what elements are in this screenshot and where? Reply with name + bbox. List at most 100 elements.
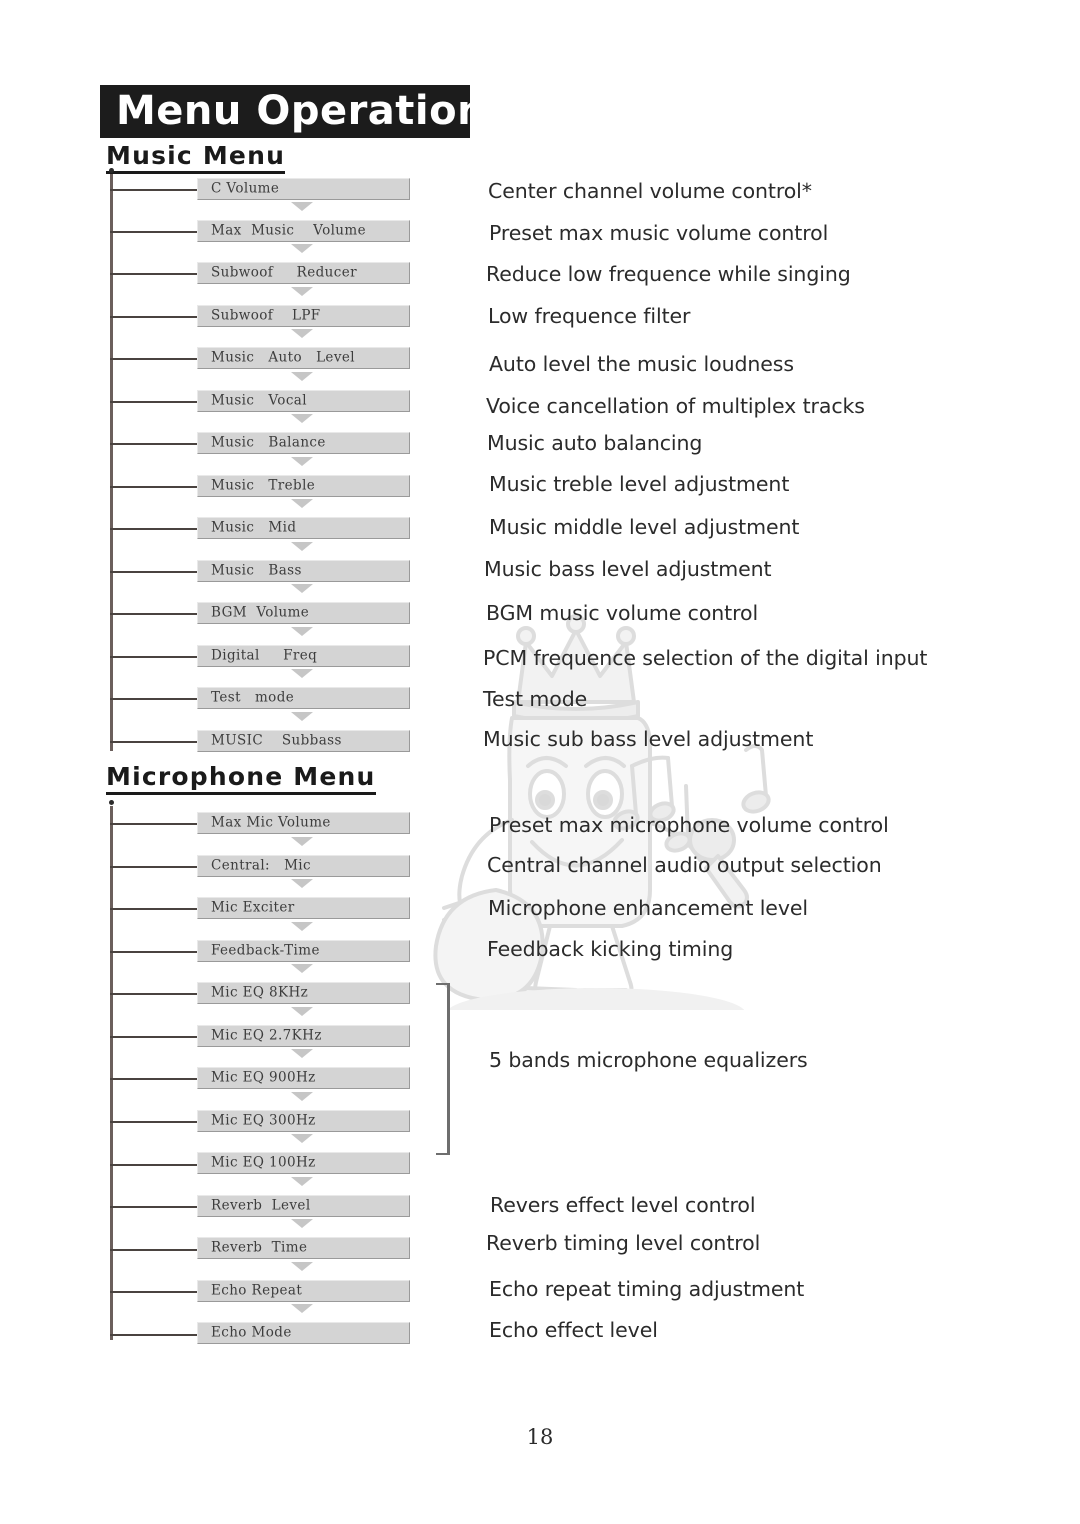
menu-item-description: Echo repeat timing adjustment — [489, 1277, 805, 1301]
tree-branch — [110, 1164, 198, 1166]
menu-item-box[interactable]: Mic EQ 100Hz — [197, 1152, 410, 1174]
tree-branch — [110, 1121, 198, 1123]
menu-item-box[interactable]: Max Mic Volume — [197, 812, 410, 834]
menu-item-description: Test mode — [483, 687, 588, 711]
menu-item-label: Music Auto Level — [211, 349, 355, 366]
microphone-tree-root-dot — [109, 800, 114, 805]
flow-arrow-down-icon — [291, 542, 313, 551]
menu-item-box[interactable]: Digital Freq — [197, 645, 410, 667]
menu-item-description: Center channel volume control* — [488, 179, 812, 203]
flow-arrow-down-icon — [291, 964, 313, 973]
tree-branch — [110, 231, 198, 233]
microphone-tree-spine — [110, 806, 113, 1340]
menu-item-label: Reverb Time — [211, 1239, 308, 1256]
tree-branch — [110, 358, 198, 360]
menu-item-description: Preset max microphone volume control — [489, 813, 889, 837]
tree-branch — [110, 698, 198, 700]
menu-item-description: Low frequence filter — [488, 304, 691, 328]
menu-item-label: Subwoof LPF — [211, 307, 321, 324]
menu-item-label: Mic EQ 2.7KHz — [211, 1027, 322, 1044]
menu-item-box[interactable]: Central: Mic — [197, 855, 410, 877]
tree-branch — [110, 823, 198, 825]
eq-group-bracket — [436, 983, 450, 1155]
menu-item-label: Echo Repeat — [211, 1282, 303, 1299]
menu-item-box[interactable]: Music Treble — [197, 475, 410, 497]
menu-item-label: Central: Mic — [211, 857, 311, 874]
menu-item-description: Feedback kicking timing — [487, 937, 734, 961]
music-tree-spine — [110, 173, 113, 751]
tree-branch — [110, 1078, 198, 1080]
flow-arrow-down-icon — [291, 414, 313, 423]
menu-item-box[interactable]: Reverb Time — [197, 1237, 410, 1259]
flow-arrow-down-icon — [291, 287, 313, 296]
menu-item-box[interactable]: Test mode — [197, 687, 410, 709]
menu-item-box[interactable]: BGM Volume — [197, 602, 410, 624]
menu-item-label: Mic EQ 8KHz — [211, 984, 309, 1001]
flow-arrow-down-icon — [291, 837, 313, 846]
menu-item-description: PCM frequence selection of the digital i… — [483, 646, 928, 670]
menu-item-box[interactable]: Echo Repeat — [197, 1280, 410, 1302]
menu-item-box[interactable]: Music Mid — [197, 517, 410, 539]
menu-item-box[interactable]: Max Music Volume — [197, 220, 410, 242]
menu-item-box[interactable]: MUSIC Subbass — [197, 730, 410, 752]
menu-item-label: Mic Exciter — [211, 899, 295, 916]
menu-item-box[interactable]: Subwoof LPF — [197, 305, 410, 327]
menu-item-box[interactable]: Reverb Level — [197, 1195, 410, 1217]
menu-item-label: Subwoof Reducer — [211, 264, 357, 281]
menu-item-box[interactable]: Music Vocal — [197, 390, 410, 412]
menu-item-label: Music Treble — [211, 477, 316, 494]
menu-item-box[interactable]: Mic EQ 8KHz — [197, 982, 410, 1004]
page-title: Menu Operation — [116, 87, 487, 134]
menu-item-box[interactable]: Mic Exciter — [197, 897, 410, 919]
flow-arrow-down-icon — [291, 1134, 313, 1143]
flow-arrow-down-icon — [291, 1177, 313, 1186]
tree-branch — [110, 866, 198, 868]
tree-branch — [110, 528, 198, 530]
menu-item-box[interactable]: Feedback-Time — [197, 940, 410, 962]
menu-item-label: Music Bass — [211, 562, 302, 579]
flow-arrow-down-icon — [291, 499, 313, 508]
tree-branch — [110, 486, 198, 488]
menu-item-box[interactable]: Music Balance — [197, 432, 410, 454]
menu-item-box[interactable]: Mic EQ 2.7KHz — [197, 1025, 410, 1047]
tree-branch — [110, 993, 198, 995]
menu-item-label: Feedback-Time — [211, 942, 320, 959]
tree-branch — [110, 1291, 198, 1293]
tree-branch — [110, 1249, 198, 1251]
menu-item-box[interactable]: Mic EQ 300Hz — [197, 1110, 410, 1132]
menu-item-box[interactable]: Echo Mode — [197, 1322, 410, 1344]
menu-item-description: Music bass level adjustment — [484, 557, 772, 581]
menu-item-box[interactable]: Mic EQ 900Hz — [197, 1067, 410, 1089]
tree-branch — [110, 443, 198, 445]
flow-arrow-down-icon — [291, 712, 313, 721]
tree-branch — [110, 951, 198, 953]
menu-item-box[interactable]: Music Auto Level — [197, 347, 410, 369]
tree-branch — [110, 656, 198, 658]
section-heading-music: Music Menu — [106, 141, 286, 174]
flow-arrow-down-icon — [291, 584, 313, 593]
menu-item-label: C Volume — [211, 180, 280, 197]
tree-branch — [110, 741, 198, 743]
menu-item-description: Music treble level adjustment — [489, 472, 790, 496]
flow-arrow-down-icon — [291, 202, 313, 211]
menu-item-label: Mic EQ 300Hz — [211, 1112, 316, 1129]
menu-item-label: Max Music Volume — [211, 222, 366, 239]
menu-item-description: BGM music volume control — [486, 601, 759, 625]
menu-item-description: Preset max music volume control — [489, 221, 829, 245]
flow-arrow-down-icon — [291, 922, 313, 931]
document-page: Menu Operation Music Menu C Volume Max M… — [0, 0, 1080, 1524]
flow-arrow-down-icon — [291, 1049, 313, 1058]
menu-item-label: BGM Volume — [211, 604, 310, 621]
menu-item-box[interactable]: Music Bass — [197, 560, 410, 582]
flow-arrow-down-icon — [291, 372, 313, 381]
flow-arrow-down-icon — [291, 1304, 313, 1313]
menu-item-box[interactable]: Subwoof Reducer — [197, 262, 410, 284]
flow-arrow-down-icon — [291, 1262, 313, 1271]
section-heading-microphone: Microphone Menu — [106, 762, 376, 795]
tree-branch — [110, 908, 198, 910]
menu-item-description: Music auto balancing — [487, 431, 703, 455]
music-tree-root-dot — [109, 168, 114, 173]
menu-item-label: Music Vocal — [211, 392, 307, 409]
menu-item-box[interactable]: C Volume — [197, 178, 410, 200]
flow-arrow-down-icon — [291, 879, 313, 888]
